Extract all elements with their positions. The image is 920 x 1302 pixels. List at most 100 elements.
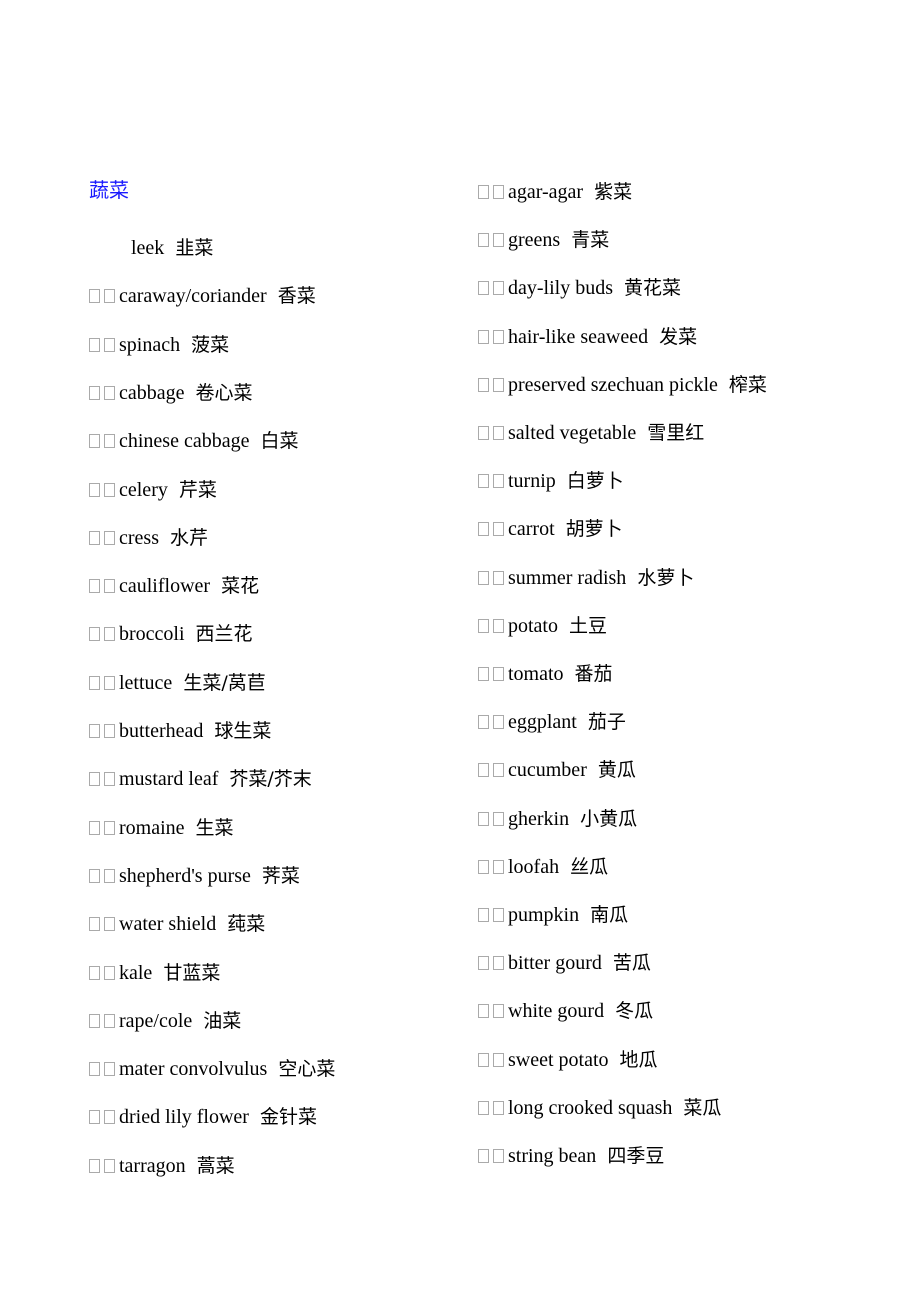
chinese-term: 球生菜 <box>214 720 272 742</box>
chinese-term: 紫菜 <box>594 181 633 203</box>
english-term: spinach <box>119 333 181 356</box>
english-term: shepherd's purse <box>119 864 251 887</box>
missing-glyph-box-icon <box>104 1013 115 1028</box>
missing-glyph-box-icon <box>493 811 504 826</box>
english-term: kale <box>119 961 153 984</box>
vocabulary-entry: mater convolvulus 空心菜 <box>89 1056 335 1082</box>
missing-glyph-box-icon <box>478 763 489 778</box>
chinese-term: 水芹 <box>169 526 208 549</box>
english-term: rape/cole <box>119 1009 193 1032</box>
vocabulary-entry: string bean 四季豆 <box>478 1143 664 1169</box>
english-term: white gourd <box>508 1000 605 1023</box>
missing-glyph-box-icon <box>478 956 489 971</box>
missing-glyph-box-icon <box>89 337 100 352</box>
chinese-term: 生菜/莴苣 <box>183 671 266 694</box>
missing-glyph-box-icon <box>493 715 504 730</box>
chinese-term: 黄花菜 <box>624 277 682 300</box>
missing-glyph-box-icon <box>104 820 115 835</box>
chinese-term: 黄瓜 <box>597 759 636 782</box>
missing-glyph-box-icon <box>493 377 504 392</box>
vocabulary-entry: sweet potato 地瓜 <box>478 1047 658 1073</box>
missing-glyph-box-icon <box>104 337 115 352</box>
english-term: chinese cabbage <box>119 430 250 453</box>
missing-glyph-box-icon <box>89 1013 100 1028</box>
missing-glyph-box-icon <box>89 1062 100 1077</box>
missing-glyph-box-icon <box>478 570 489 585</box>
english-term: dried lily flower <box>119 1106 249 1129</box>
english-term: cress <box>119 526 159 549</box>
chinese-term: 番茄 <box>574 663 613 685</box>
missing-glyph-box-icon <box>493 1149 504 1163</box>
chinese-term: 油菜 <box>203 1009 242 1032</box>
english-term: cabbage <box>119 381 185 404</box>
chinese-term: 荠菜 <box>261 864 300 887</box>
english-term: cucumber <box>508 759 587 782</box>
chinese-term: 苦瓜 <box>612 952 651 975</box>
chinese-term: 生菜 <box>195 816 234 839</box>
missing-glyph-box-icon <box>89 820 100 835</box>
missing-glyph-box-icon <box>89 482 100 497</box>
missing-glyph-box-icon <box>89 627 100 642</box>
english-term: salted vegetable <box>508 422 637 444</box>
missing-glyph-box-icon <box>104 289 115 304</box>
vocabulary-entry: hair-like seaweed 发菜 <box>478 324 697 350</box>
vocabulary-entry: summer radish 水萝卜 <box>478 565 694 591</box>
chinese-term: 四季豆 <box>607 1145 665 1167</box>
missing-glyph-box-icon <box>493 522 504 537</box>
missing-glyph-box-icon <box>493 281 504 296</box>
missing-glyph-box-icon <box>104 482 115 497</box>
missing-glyph-box-icon <box>478 426 489 440</box>
missing-glyph-box-icon <box>104 868 115 883</box>
english-term: long crooked squash <box>508 1096 673 1119</box>
missing-glyph-box-icon <box>493 956 504 971</box>
missing-glyph-box-icon <box>493 329 504 344</box>
missing-glyph-box-icon <box>89 965 100 980</box>
vocabulary-entry: cucumber 黄瓜 <box>478 757 636 783</box>
chinese-term: 甘蓝菜 <box>163 961 221 984</box>
vocabulary-entry: water shield 莼菜 <box>89 911 265 937</box>
missing-glyph-box-icon <box>478 185 489 199</box>
chinese-term: 香菜 <box>277 285 316 308</box>
chinese-term: 水萝卜 <box>637 566 695 589</box>
vocabulary-entry: rape/cole 油菜 <box>89 1008 241 1034</box>
missing-glyph-box-icon <box>104 675 115 690</box>
english-term: eggplant <box>508 711 577 734</box>
english-term: carrot <box>508 518 555 541</box>
vocabulary-entry: lettuce 生菜/莴苣 <box>89 670 266 696</box>
missing-glyph-box-icon <box>104 530 115 545</box>
vocabulary-entry: cauliflower 菜花 <box>89 573 259 599</box>
missing-glyph-box-icon <box>493 763 504 778</box>
missing-glyph-box-icon <box>104 385 115 400</box>
vocabulary-entry: salted vegetable 雪里红 <box>478 420 704 446</box>
english-term: romaine <box>119 816 185 839</box>
vocabulary-entry: kale 甘蓝菜 <box>89 960 220 986</box>
missing-glyph-box-icon <box>104 1062 115 1077</box>
english-term: preserved szechuan pickle <box>508 373 718 396</box>
missing-glyph-box-icon <box>478 329 489 344</box>
chinese-term: 南瓜 <box>590 904 629 926</box>
english-term: summer radish <box>508 566 627 589</box>
vocabulary-entry: spinach 菠菜 <box>89 332 229 358</box>
chinese-term: 小黄瓜 <box>580 807 638 830</box>
missing-glyph-box-icon <box>104 724 115 738</box>
chinese-term: 韭菜 <box>175 237 214 259</box>
vocabulary-entry: dried lily flower 金针菜 <box>89 1104 317 1130</box>
missing-glyph-box-icon <box>478 811 489 826</box>
english-term: water shield <box>119 913 217 936</box>
vocabulary-entry: chinese cabbage 白菜 <box>89 428 299 454</box>
chinese-term: 胡萝卜 <box>565 518 623 541</box>
missing-glyph-box-icon <box>478 474 489 489</box>
vocabulary-entry: tarragon 蒿菜 <box>89 1153 235 1179</box>
vocabulary-entry: carrot 胡萝卜 <box>478 516 623 542</box>
chinese-term: 蒿菜 <box>196 1154 235 1177</box>
missing-glyph-box-icon <box>493 667 504 681</box>
chinese-term: 丝瓜 <box>570 855 609 878</box>
vocabulary-entry: loofah 丝瓜 <box>478 854 608 880</box>
english-term: mater convolvulus <box>119 1058 268 1081</box>
english-term: pumpkin <box>508 904 580 926</box>
english-term: sweet potato <box>508 1048 609 1071</box>
vocabulary-entry: gherkin 小黄瓜 <box>478 806 637 832</box>
vocabulary-entry: butterhead 球生菜 <box>89 718 271 744</box>
chinese-term: 冬瓜 <box>615 1000 654 1023</box>
missing-glyph-box-icon <box>493 426 504 440</box>
